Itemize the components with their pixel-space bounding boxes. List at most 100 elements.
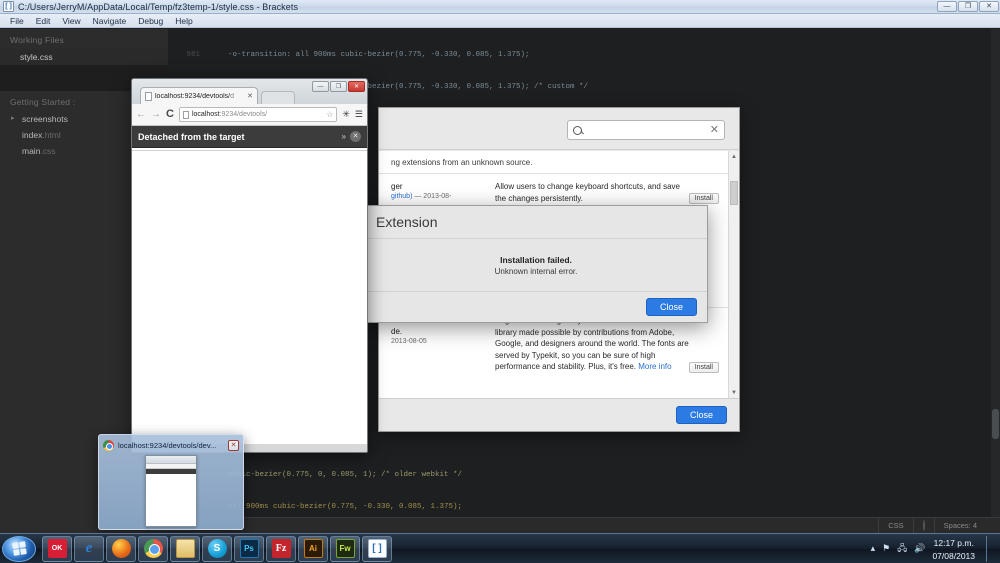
taskbar-item-explorer[interactable]	[170, 535, 200, 562]
working-file-style-css[interactable]: style.css	[0, 49, 177, 67]
dialog-footer: Close	[365, 291, 707, 322]
brackets-window-title: C:/Users/JerryM/AppData/Local/Temp/fz3te…	[18, 1, 299, 12]
start-button[interactable]	[2, 535, 36, 562]
taskbar-item-fireworks[interactable]: Fw	[330, 535, 360, 562]
brackets-icon: [ ]	[3, 1, 14, 12]
menu-edit[interactable]: Edit	[31, 15, 56, 27]
scroll-down-icon[interactable]: ▼	[729, 387, 739, 398]
show-desktop-button[interactable]	[986, 535, 992, 562]
taskbar-item-filezilla[interactable]: Fz	[266, 535, 296, 562]
internet-explorer-icon: e	[85, 540, 93, 556]
extension-button-icon[interactable]: ✳	[342, 110, 350, 119]
chrome-maximize-button[interactable]: ❐	[330, 81, 347, 92]
extension-date: — 2013-08-	[414, 193, 452, 200]
search-input[interactable]: ✕	[567, 120, 725, 140]
address-text: localhost:9234/devtools/	[191, 111, 268, 118]
bookmark-star-icon[interactable]: ☆	[326, 110, 333, 119]
editor-scrollbar-thumb[interactable]	[992, 409, 999, 439]
taskbar-item-internet-explorer[interactable]: e	[74, 535, 104, 562]
menu-help[interactable]: Help	[170, 15, 197, 27]
chrome-tab-devtools[interactable]: localhost:9234/devtools/d ✕	[140, 87, 258, 104]
tab-close-icon[interactable]: ✕	[247, 92, 253, 100]
reload-icon[interactable]: C	[166, 109, 174, 120]
filezilla-icon: Fz	[271, 539, 291, 558]
chevron-right-icon: ▸	[11, 115, 15, 122]
volume-icon[interactable]: 🔊	[914, 543, 925, 554]
taskbar-apps: OK e S Ps Fz Ai Fw [ ]	[42, 535, 392, 562]
chrome-icon	[143, 539, 163, 558]
editor-scrollbar[interactable]	[991, 29, 1000, 533]
preview-close-button[interactable]: ✕	[228, 440, 239, 451]
more-info-link[interactable]: More info	[638, 362, 671, 371]
maximize-button[interactable]: ❐	[958, 1, 978, 12]
taskbar-item-illustrator[interactable]: Ai	[298, 535, 328, 562]
menu-file[interactable]: File	[5, 15, 29, 27]
preview-title: localhost:9234/devtools/dev...	[118, 441, 217, 450]
taskbar-thumbnail-preview[interactable]: localhost:9234/devtools/dev... ✕	[98, 434, 244, 530]
extension-manager-close-button[interactable]: Close	[675, 406, 727, 424]
chrome-minimize-button[interactable]: —	[312, 81, 329, 92]
status-indent[interactable]: Spaces: 4	[933, 518, 986, 533]
status-spinner	[912, 518, 934, 533]
flag-icon[interactable]: ⚑	[882, 543, 890, 554]
chrome-menu-icon[interactable]: ☰	[355, 110, 363, 119]
chrome-close-button[interactable]: ✕	[348, 81, 365, 92]
skype-icon: S	[207, 539, 227, 558]
brackets-status-bar: CSS Spaces: 4	[168, 517, 1000, 533]
taskbar-item-brackets[interactable]: [ ]	[362, 535, 392, 562]
extension-author-link[interactable]: github)	[391, 193, 412, 200]
chrome-window-controls: — ❐ ✕	[312, 81, 365, 92]
status-language[interactable]: CSS	[878, 518, 912, 533]
show-hidden-icons-icon[interactable]: ▴	[871, 543, 876, 554]
install-button[interactable]: Install	[688, 193, 719, 204]
devtools-divider	[132, 148, 367, 151]
back-icon[interactable]: ←	[136, 109, 146, 120]
code-line: 981 -o-transition: all 900ms cubic-bezie…	[168, 50, 1000, 61]
page-icon	[145, 91, 152, 101]
taskbar-item-skype[interactable]: S	[202, 535, 232, 562]
close-button[interactable]: ✕	[979, 1, 999, 12]
extension-manager-footer: Close	[379, 398, 739, 431]
scrollbar-thumb[interactable]	[730, 181, 738, 205]
close-icon[interactable]: ✕	[350, 131, 361, 142]
extension-manager-header: ✕	[379, 108, 739, 150]
address-bar[interactable]: localhost:9234/devtools/ ☆	[178, 107, 338, 122]
dialog-body: Installation failed. Unknown internal er…	[365, 239, 707, 291]
code-text: -o-transition: all 900ms cubic-bezier(0.…	[210, 51, 530, 59]
forward-icon[interactable]: →	[151, 109, 161, 120]
clear-search-icon[interactable]: ✕	[710, 124, 719, 136]
chrome-page-content: Detached from the target » ✕	[132, 126, 367, 444]
taskbar-item-photoshop[interactable]: Ps	[234, 535, 264, 562]
taskbar-item-firefox[interactable]	[106, 535, 136, 562]
menu-debug[interactable]: Debug	[133, 15, 168, 27]
tree-ext: .html	[42, 130, 61, 140]
preview-thumb-banner	[146, 469, 196, 474]
fireworks-icon: Fw	[335, 539, 355, 558]
chevron-right-icon[interactable]: »	[342, 132, 346, 141]
install-button[interactable]: Install	[688, 361, 719, 373]
chrome-titlebar: — ❐ ✕ localhost:9234/devtools/d ✕	[132, 79, 367, 104]
page-icon	[182, 110, 189, 119]
preview-header: localhost:9234/devtools/dev... ✕	[103, 439, 239, 452]
preview-thumbnail[interactable]	[145, 455, 197, 527]
minimize-button[interactable]: —	[937, 1, 957, 12]
scroll-up-icon[interactable]: ▲	[729, 151, 739, 162]
installation-failed-dialog: Extension Installation failed. Unknown i…	[364, 205, 708, 323]
extension-date: 2013-08-05	[391, 338, 427, 345]
network-icon[interactable]: 🖧	[897, 541, 907, 557]
dialog-close-button[interactable]: Close	[645, 298, 697, 316]
folder-icon	[175, 539, 195, 558]
extension-list-scrollbar[interactable]: ▲ ▼	[728, 151, 739, 398]
menu-navigate[interactable]: Navigate	[88, 15, 132, 27]
address-path: :9234/devtools/	[219, 111, 268, 118]
extension-author: github) — 2013-08-	[391, 192, 489, 202]
menu-view[interactable]: View	[57, 15, 85, 27]
extension-name: ger	[391, 182, 403, 191]
taskbar-item-chrome[interactable]	[138, 535, 168, 562]
chrome-window: — ❐ ✕ localhost:9234/devtools/d ✕ ← → C …	[131, 78, 368, 453]
taskbar-item-ok[interactable]: OK	[42, 535, 72, 562]
extension-name-cont: de.	[391, 327, 403, 336]
brackets-titlebar: [ ] C:/Users/JerryM/AppData/Local/Temp/f…	[0, 0, 1000, 14]
new-tab-button[interactable]	[261, 91, 295, 104]
clock[interactable]: 12:17 p.m. 07/08/2013	[932, 536, 975, 562]
